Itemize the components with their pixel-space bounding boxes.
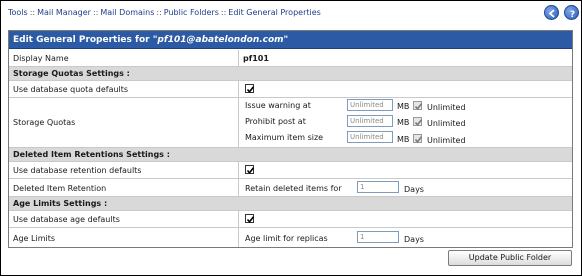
breadcrumb-separator: :: <box>92 8 99 17</box>
retention-label: Deleted Item Retention <box>13 184 107 193</box>
issue-warning-unlimited-checkbox[interactable] <box>413 101 423 111</box>
age-limits-unit: Days <box>404 235 424 244</box>
display-name-row: Display Name pf101 <box>9 50 572 67</box>
breadcrumb-separator: :: <box>156 8 162 17</box>
back-arrow-icon[interactable] <box>544 5 559 20</box>
age-defaults-checkbox[interactable] <box>245 214 255 224</box>
retention-days-input[interactable]: 1 <box>357 181 399 193</box>
max-item-unit: MB <box>397 135 410 144</box>
display-name-value: pf101 <box>243 54 269 63</box>
storage-quotas-row: Storage Quotas Issue warning at Unlimite… <box>9 98 572 148</box>
retention-sub-label: Retain deleted items for <box>245 184 342 193</box>
storage-section-header: Storage Quotas Settings : <box>9 67 572 81</box>
retention-defaults-label: Use database retention defaults <box>13 166 142 175</box>
breadcrumb-separator: :: <box>29 8 36 17</box>
retention-row: Deleted Item Retention Retain deleted it… <box>9 179 572 197</box>
breadcrumb-public-folders[interactable]: Public Folders <box>164 8 219 17</box>
age-section-header: Age Limits Settings : <box>9 197 572 211</box>
max-item-input[interactable]: Unlimited <box>347 131 393 143</box>
issue-warning-unit: MB <box>397 102 410 111</box>
breadcrumb: Tools:: Mail Manager:: Mail Domains:: Publi… <box>8 8 321 17</box>
prohibit-post-unlimited-label: Unlimited <box>427 119 466 128</box>
display-name-cell: pf101 <box>238 50 269 66</box>
edit-properties-panel: Edit General Properties for "pf101@abate… <box>8 30 573 248</box>
top-bar: Tools:: Mail Manager:: Mail Domains:: Publi… <box>1 1 581 24</box>
panel-title-bar: Edit General Properties for "pf101@abate… <box>9 31 572 49</box>
age-section-label: Age Limits Settings : <box>13 199 108 208</box>
svg-text:?: ? <box>570 10 575 20</box>
age-defaults-cell <box>238 211 255 227</box>
prohibit-post-label: Prohibit post at <box>245 117 306 126</box>
issue-warning-unlimited-label: Unlimited <box>427 103 466 112</box>
age-defaults-row: Use database age defaults <box>9 211 572 228</box>
retention-defaults-row: Use database retention defaults <box>9 162 572 179</box>
breadcrumb-mail-manager[interactable]: Mail Manager <box>37 8 91 17</box>
help-icon[interactable]: ? <box>564 5 579 20</box>
panel-title-folder: "pf101@abatelondon.com" <box>152 35 289 45</box>
storage-defaults-checkbox[interactable] <box>245 84 255 94</box>
panel-title-prefix: Edit General Properties for <box>13 35 153 45</box>
breadcrumb-separator: :: <box>220 8 227 17</box>
storage-section-label: Storage Quotas Settings : <box>13 69 130 78</box>
storage-defaults-row: Use database quota defaults <box>9 81 572 98</box>
prohibit-post-unlimited-checkbox[interactable] <box>413 117 423 127</box>
retention-section-header: Deleted Item Retentions Settings : <box>9 148 572 162</box>
retention-unit: Days <box>404 185 424 194</box>
storage-quotas-label: Storage Quotas <box>13 118 76 127</box>
breadcrumb-current-page: Edit General Properties <box>228 8 321 17</box>
retention-cell: Retain deleted items for 1 Days <box>238 179 424 196</box>
max-item-label: Maximum item size <box>245 133 324 142</box>
update-public-folder-button[interactable]: Update Public Folder <box>448 250 572 266</box>
prohibit-post-input[interactable]: Unlimited <box>347 115 393 127</box>
panel-title: Edit General Properties for "pf101@abate… <box>13 35 288 45</box>
max-item-unlimited-checkbox[interactable] <box>413 134 423 144</box>
storage-defaults-cell <box>238 81 255 97</box>
age-limits-input[interactable]: 1 <box>357 231 399 243</box>
retention-section-label: Deleted Item Retentions Settings : <box>13 150 170 159</box>
prohibit-post-unit: MB <box>397 118 410 127</box>
max-item-unlimited-label: Unlimited <box>427 136 466 145</box>
issue-warning-label: Issue warning at <box>245 101 311 110</box>
age-limits-sub-label: Age limit for replicas <box>245 234 328 243</box>
breadcrumb-tools[interactable]: Tools <box>8 8 28 17</box>
retention-defaults-checkbox[interactable] <box>245 165 255 175</box>
age-limits-cell: Age limit for replicas 1 Days <box>238 228 424 247</box>
storage-defaults-label: Use database quota defaults <box>13 85 129 94</box>
display-name-label: Display Name <box>13 54 69 63</box>
issue-warning-input[interactable]: Unlimited <box>347 99 393 111</box>
storage-quotas-cell: Issue warning at Unlimited MB Unlimited … <box>238 98 466 147</box>
age-limits-row: Age Limits Age limit for replicas 1 Days <box>9 228 572 247</box>
retention-defaults-cell <box>238 162 255 178</box>
age-limits-label: Age Limits <box>13 234 56 243</box>
age-defaults-label: Use database age defaults <box>13 215 120 224</box>
breadcrumb-mail-domains[interactable]: Mail Domains <box>100 8 154 17</box>
